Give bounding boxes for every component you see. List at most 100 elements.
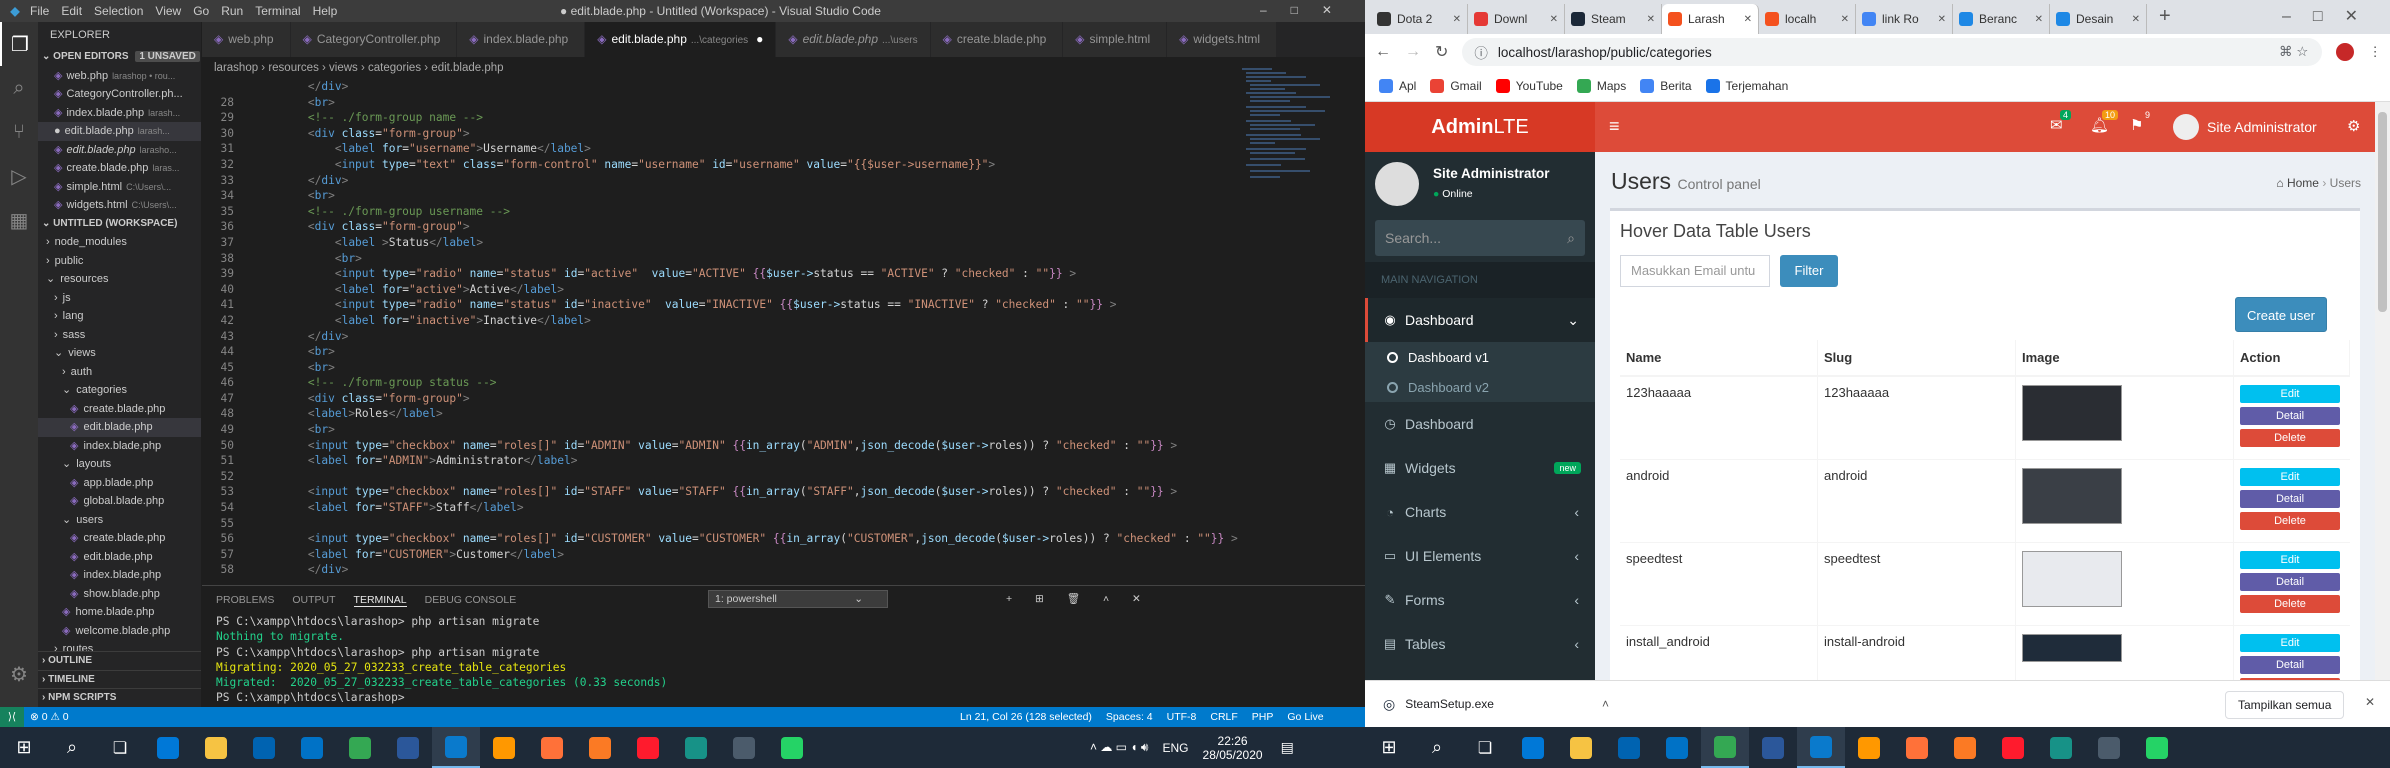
detail-button[interactable]: Detail: [2240, 656, 2340, 674]
file-item[interactable]: ◈ index.blade.php: [38, 437, 201, 456]
delete-button[interactable]: Delete: [2240, 429, 2340, 447]
browser-tab[interactable]: Larash ✕: [1662, 4, 1759, 34]
search-icon[interactable]: ⌕: [48, 727, 96, 768]
folder-item[interactable]: ⌄ views: [38, 344, 201, 363]
open-editor-item[interactable]: ◈ CategoryController.ph...: [38, 85, 201, 104]
editor-tab[interactable]: ◈ widgets.html: [1167, 22, 1278, 57]
editor-tab[interactable]: ◈ edit.blade.php ...\categories ●: [585, 22, 777, 57]
taskbar-file-explorer[interactable]: [192, 727, 240, 768]
close-icon[interactable]: ✕: [2035, 14, 2043, 25]
control-sidebar-gear-icon[interactable]: ⚙: [2347, 117, 2360, 135]
filter-button[interactable]: Filter: [1780, 255, 1838, 287]
folder-item[interactable]: › public: [38, 252, 201, 271]
taskbar-vscode[interactable]: [432, 727, 480, 768]
clock[interactable]: 22:26 28/05/2020: [1203, 734, 1263, 762]
folder-item[interactable]: › js: [38, 289, 201, 308]
folder-item[interactable]: › sass: [38, 326, 201, 345]
menu-file[interactable]: File: [30, 4, 49, 18]
folder-item[interactable]: ⌄ users: [38, 511, 201, 530]
taskbar-sublime[interactable]: [1845, 727, 1893, 768]
taskbar-gitkraken[interactable]: [672, 727, 720, 768]
close-icon[interactable]: ✕: [1453, 14, 1461, 25]
address-bar[interactable]: ⓘ localhost/larashop/public/categories ⌘…: [1462, 38, 2323, 66]
user-avatar[interactable]: [2173, 114, 2199, 140]
sidebar-toggle-icon[interactable]: ≡: [1609, 116, 1620, 137]
minimap[interactable]: [1242, 66, 1342, 566]
nav-user-name[interactable]: Site Administrator: [2207, 119, 2317, 135]
edit-button[interactable]: Edit: [2240, 385, 2340, 403]
close-icon[interactable]: ✕: [1647, 14, 1655, 25]
folder-item[interactable]: ⌄ categories: [38, 381, 201, 400]
file-item[interactable]: ◈ show.blade.php: [38, 585, 201, 604]
open-editor-item[interactable]: ◈ index.blade.php larash...: [38, 104, 201, 123]
translate-star-icons[interactable]: ⌘ ☆: [2279, 44, 2308, 60]
menu-terminal[interactable]: Terminal: [255, 4, 300, 18]
open-editor-item[interactable]: ◈ edit.blade.php larasho...: [38, 141, 201, 160]
menu-go[interactable]: Go: [193, 4, 209, 18]
browser-tab[interactable]: Steam ✕: [1565, 4, 1662, 34]
sidebar-item[interactable]: ◔ Charts ‹: [1365, 490, 1595, 534]
editor-tab[interactable]: ◈ index.blade.php: [457, 22, 586, 57]
search-icon[interactable]: ⌕: [0, 66, 38, 110]
bookmark-berita[interactable]: Berita: [1640, 78, 1692, 93]
email-filter-input[interactable]: Masukkan Email untu: [1620, 255, 1770, 287]
terminal-select[interactable]: 1: powershell ⌄: [708, 590, 888, 608]
file-item[interactable]: ◈ app.blade.php: [38, 474, 201, 493]
outline-section[interactable]: › OUTLINE: [38, 651, 201, 670]
status-item[interactable]: Ln 21, Col 26 (128 selected): [960, 711, 1092, 723]
editor-tab[interactable]: ◈ simple.html: [1063, 22, 1168, 57]
notification-center-icon[interactable]: ▤: [1281, 739, 1294, 756]
notifications-icon[interactable]: 🔔︎ 10: [2090, 110, 2119, 134]
messages-icon[interactable]: ✉ 4: [2050, 110, 2072, 134]
browser-tab[interactable]: Desain ✕: [2050, 4, 2147, 34]
run-debug-icon[interactable]: ▷: [0, 154, 38, 198]
sidebar-item[interactable]: ▭ UI Elements ‹: [1365, 534, 1595, 578]
menu-help[interactable]: Help: [313, 4, 338, 18]
taskbar-gitkraken[interactable]: [2037, 727, 2085, 768]
open-editor-item[interactable]: ◈ widgets.html C:\Users\...: [38, 196, 201, 215]
window-controls[interactable]: –□✕: [2282, 6, 2380, 26]
taskbar-word[interactable]: [1749, 727, 1797, 768]
chevron-up-icon[interactable]: ˄: [1602, 697, 1609, 711]
file-item[interactable]: ◈ index.blade.php: [38, 566, 201, 585]
editor-tab[interactable]: ◈ CategoryController.php: [290, 22, 458, 57]
sidebar-item[interactable]: ▦ Widgets new: [1365, 446, 1595, 490]
browser-tab[interactable]: link Ro ✕: [1856, 4, 1953, 34]
status-item[interactable]: Go Live: [1287, 711, 1323, 723]
bookmark-gmail[interactable]: Gmail: [1430, 78, 1482, 93]
search-icon[interactable]: ⌕: [1567, 230, 1575, 247]
open-editor-item[interactable]: ● edit.blade.php larash...: [38, 122, 201, 141]
show-all-button[interactable]: Tampilkan semua: [2225, 691, 2345, 719]
taskbar-xampp[interactable]: [576, 727, 624, 768]
browser-tab[interactable]: Dota 2 ✕: [1371, 4, 1468, 34]
taskbar-vscode[interactable]: [1797, 727, 1845, 768]
task-view-icon[interactable]: ❏: [1461, 727, 1509, 768]
source-control-icon[interactable]: ⑂: [0, 110, 38, 154]
sidebar-item[interactable]: ▤ Tables ‹: [1365, 622, 1595, 666]
back-icon[interactable]: ←: [1375, 43, 1391, 61]
file-item[interactable]: ◈ welcome.blade.php: [38, 622, 201, 641]
menu-selection[interactable]: Selection: [94, 4, 143, 18]
editor-tab[interactable]: ◈ create.blade.php: [930, 22, 1064, 57]
create-user-button[interactable]: Create user: [2235, 297, 2327, 332]
taskbar-fdx[interactable]: [720, 727, 768, 768]
taskbar-chrome[interactable]: [1701, 727, 1749, 768]
remote-icon[interactable]: ⟩⟨: [0, 707, 24, 727]
menu-edit[interactable]: Edit: [61, 4, 82, 18]
menu-icon[interactable]: ⋮: [2368, 44, 2382, 60]
adminlte-logo[interactable]: Admin LTE: [1365, 102, 1595, 152]
taskbar-whatsapp[interactable]: [2133, 727, 2181, 768]
open-editor-item[interactable]: ◈ simple.html C:\Users\...: [38, 178, 201, 197]
bookmark-maps[interactable]: Maps: [1576, 78, 1626, 93]
file-item[interactable]: ◈ edit.blade.php: [38, 548, 201, 567]
new-tab-button[interactable]: +: [2159, 5, 2171, 28]
panel-tab-problems[interactable]: PROBLEMS: [216, 594, 274, 606]
reload-icon[interactable]: ↻: [1435, 42, 1448, 62]
close-icon[interactable]: ✕: [2365, 695, 2375, 709]
file-item[interactable]: ◈ create.blade.php: [38, 529, 201, 548]
taskbar-store[interactable]: [1605, 727, 1653, 768]
browser-tab[interactable]: Downl ✕: [1468, 4, 1565, 34]
task-view-icon[interactable]: ❏: [96, 727, 144, 768]
status-item[interactable]: CRLF: [1210, 711, 1237, 723]
code-editor[interactable]: </div> 28 <br> 29 <!-- ./form-group name -…: [202, 79, 1242, 579]
